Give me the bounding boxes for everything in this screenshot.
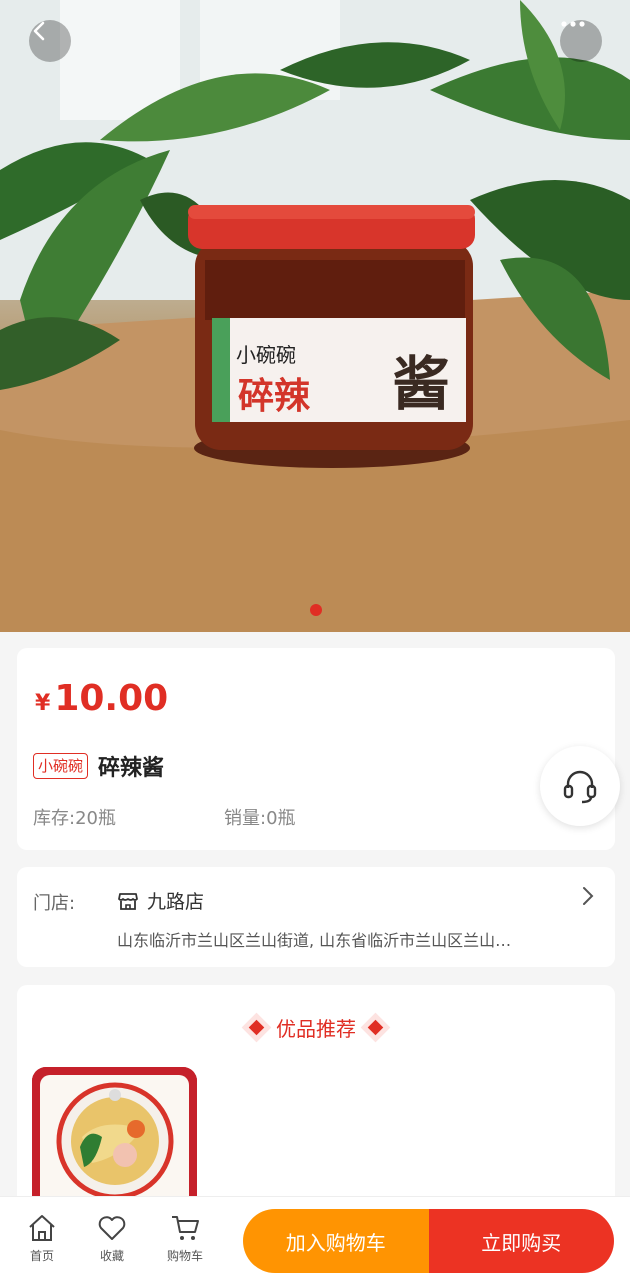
store-name-row: 九路店 [117, 887, 204, 914]
tab-favorite[interactable]: 收藏 [82, 1213, 142, 1264]
tab-cart[interactable]: 购物车 [155, 1213, 215, 1264]
home-icon [29, 1215, 55, 1241]
recommend-title: 优品推荐 [276, 1017, 356, 1041]
product-image-carousel[interactable]: 小碗碗 碎辣 酱 [0, 0, 630, 632]
tab-home-label: 首页 [29, 1249, 54, 1263]
stock-text: 库存:20瓶 [33, 808, 116, 829]
product-title: 碎辣酱 [98, 756, 165, 781]
more-button[interactable] [560, 20, 602, 62]
svg-text:碎辣: 碎辣 [238, 376, 311, 417]
buy-now-button[interactable]: 立即购买 [428, 1209, 614, 1273]
title-row: 小碗碗 碎辣酱 [33, 750, 164, 782]
tab-favorite-label: 收藏 [99, 1249, 124, 1263]
tab-cart-label: 购物车 [166, 1249, 203, 1263]
store-icon [118, 892, 138, 910]
headset-icon [563, 770, 597, 804]
store-card[interactable]: 门店: 九路店 山东临沂市兰山区兰山街道, 山东省临沂市兰山区兰山… [17, 867, 615, 967]
recommend-header: 优品推荐 [17, 1013, 615, 1042]
sales-text: 销量:0瓶 [224, 808, 296, 829]
diamond-icon [367, 1019, 384, 1036]
cart-icon [172, 1216, 199, 1240]
price-value: 10.00 [54, 678, 169, 719]
purchase-buttons: 加入购物车 立即购买 [243, 1209, 614, 1273]
tab-home[interactable]: 首页 [12, 1213, 72, 1264]
customer-service-button[interactable] [540, 746, 620, 826]
back-button[interactable] [29, 20, 71, 62]
store-label: 门店: [33, 893, 76, 914]
chevron-left-icon [33, 21, 45, 41]
store-name: 九路店 [147, 891, 205, 913]
more-icon [561, 21, 585, 27]
currency-symbol: ¥ [35, 691, 51, 716]
heart-icon [98, 1216, 126, 1240]
carousel-indicator-dot [310, 604, 322, 616]
brand-tag: 小碗碗 [33, 753, 89, 779]
chevron-right-icon [583, 887, 594, 905]
bottom-action-bar: 首页 收藏 购物车 加入购物车 立即购买 [0, 1196, 630, 1280]
price: ¥ 10.00 [35, 678, 168, 719]
product-info-card: ¥ 10.00 小碗碗 碎辣酱 库存:20瓶 销量:0瓶 [17, 648, 615, 850]
add-to-cart-button[interactable]: 加入购物车 [243, 1209, 429, 1273]
product-photo: 小碗碗 碎辣 酱 [0, 0, 630, 632]
svg-text:小碗碗: 小碗碗 [236, 344, 296, 367]
store-address: 山东临沂市兰山区兰山街道, 山东省临沂市兰山区兰山… [117, 931, 512, 950]
svg-text:酱: 酱 [392, 350, 450, 418]
diamond-icon [248, 1019, 265, 1036]
